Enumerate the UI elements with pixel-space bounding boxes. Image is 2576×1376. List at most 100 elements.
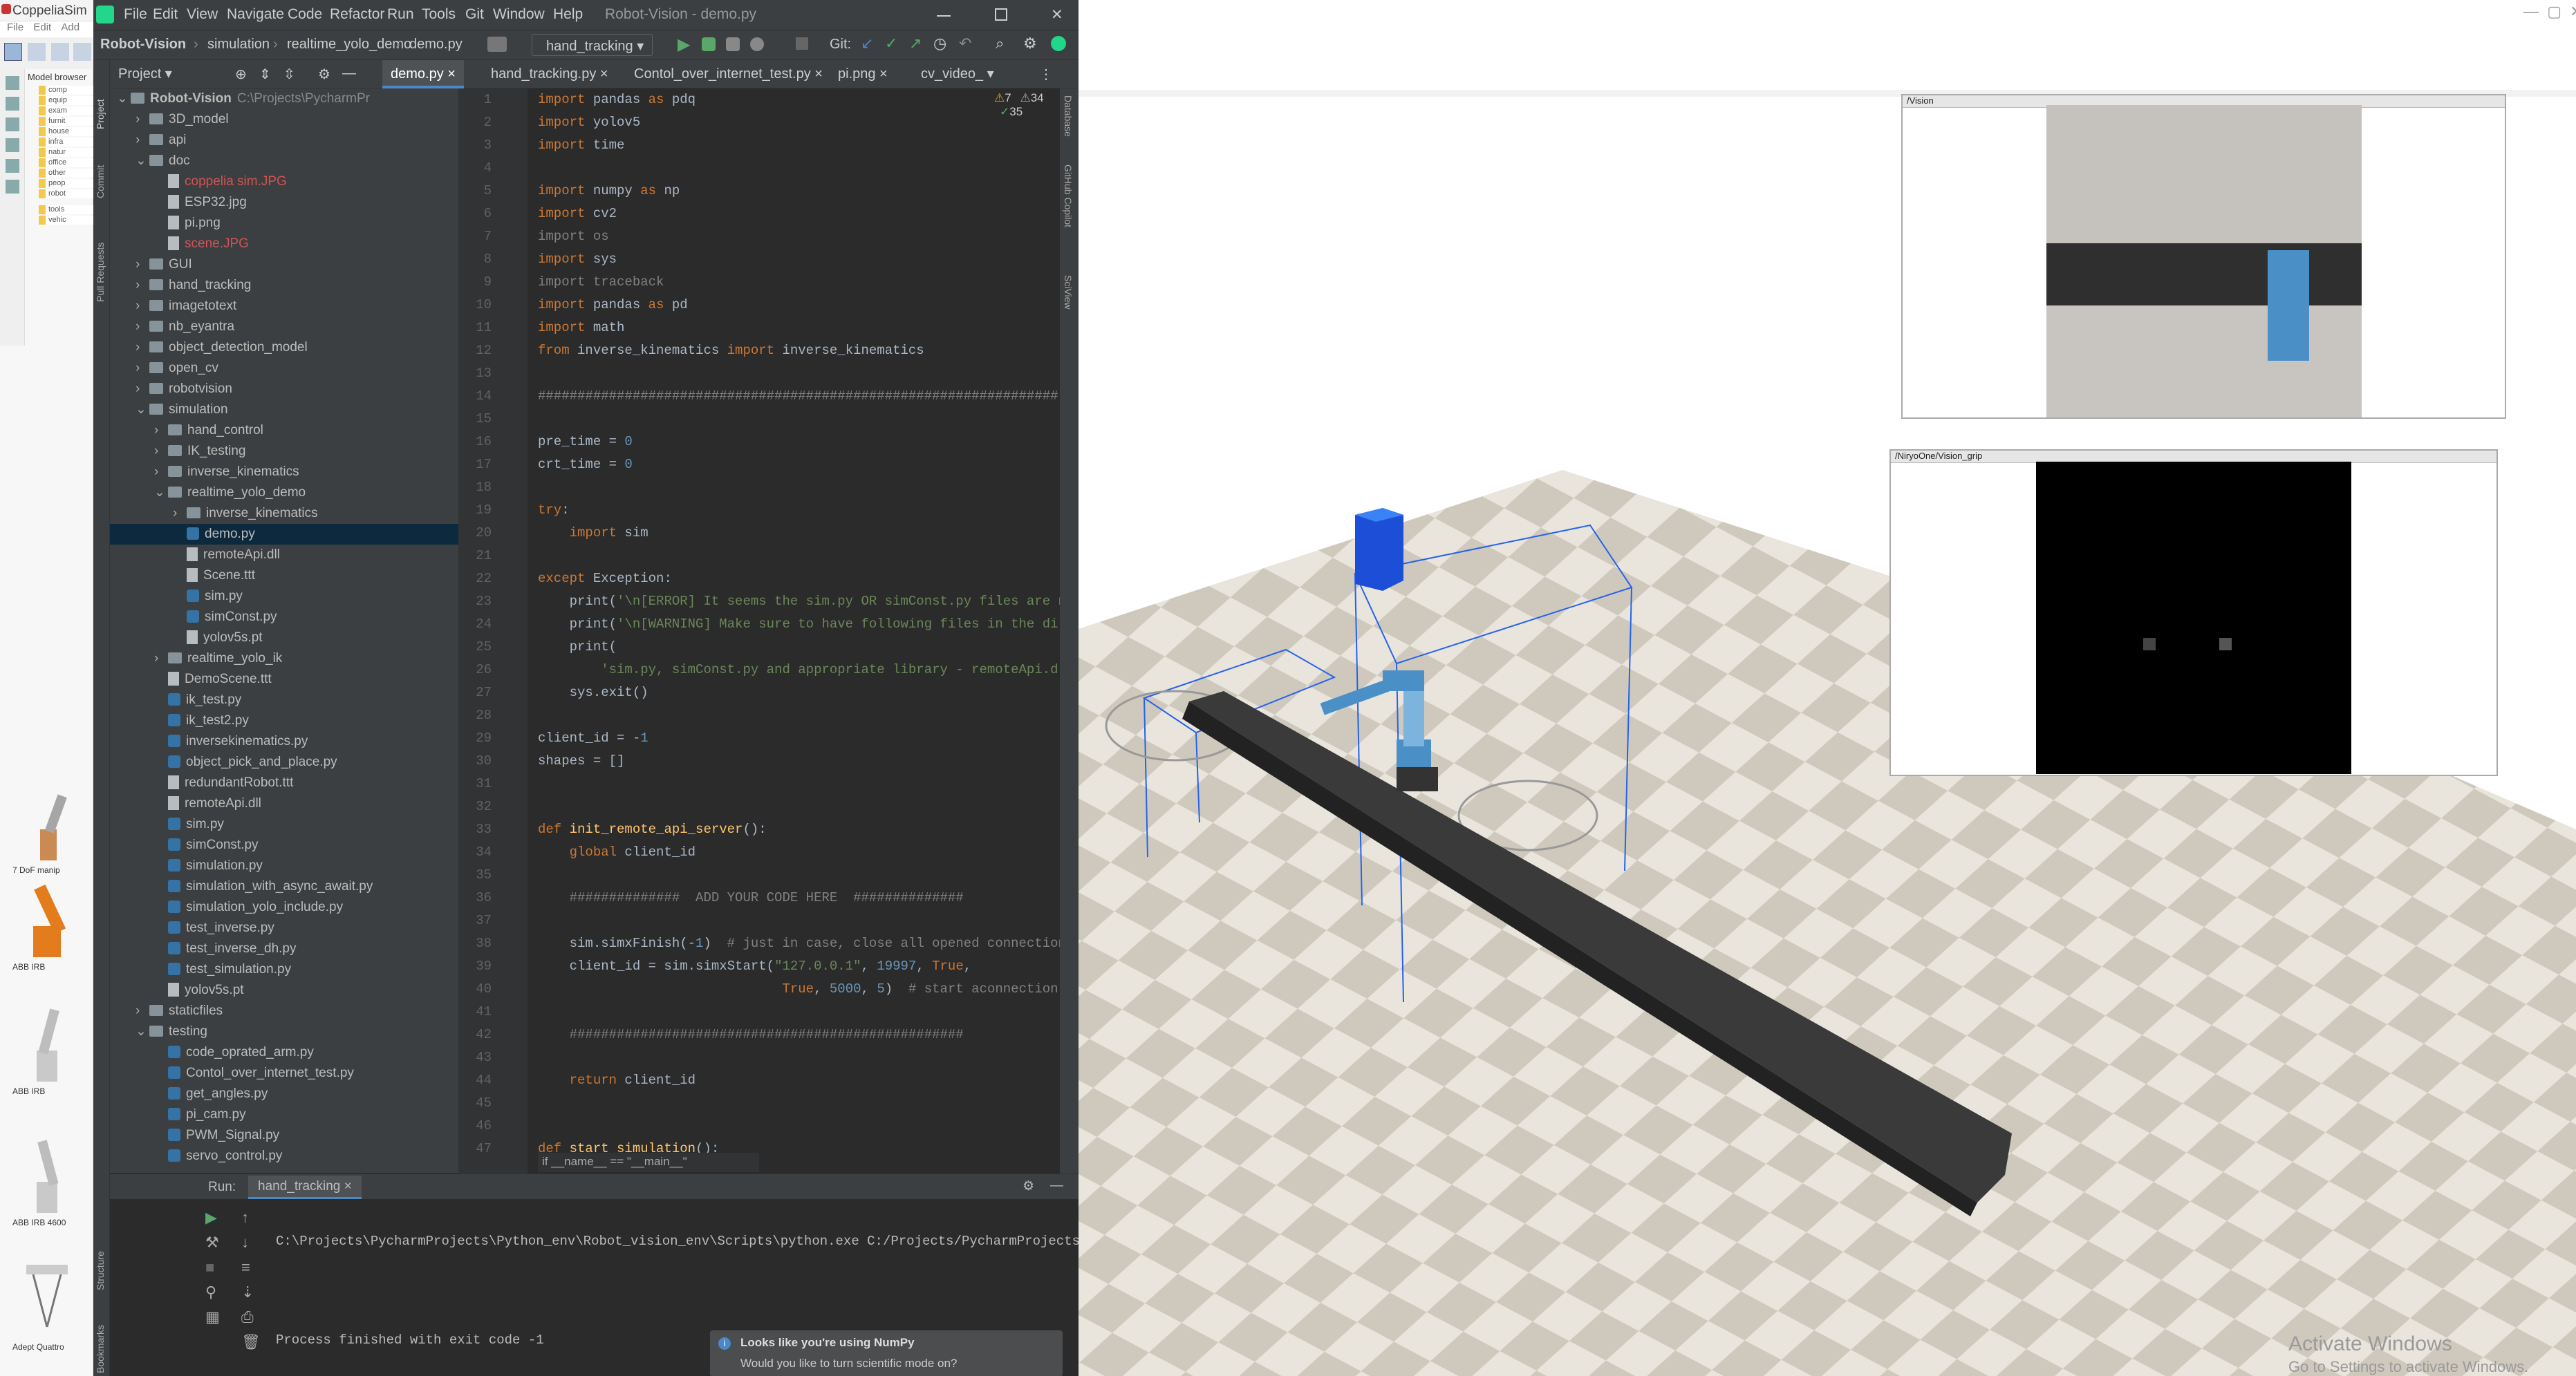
tree-folder[interactable]: ⌄ doc [110, 151, 458, 171]
model-tree-item[interactable]: office [39, 158, 94, 167]
project-toolwindow-header[interactable]: Project ▾ [110, 60, 180, 88]
code-line[interactable]: import os [538, 225, 609, 248]
model-tree-item[interactable]: vehic [39, 216, 94, 225]
tree-file[interactable]: simulation_yolo_include.py [110, 897, 458, 918]
model-tree-item[interactable]: equip [39, 96, 94, 105]
code-line[interactable]: return client_id [538, 1069, 696, 1092]
tree-file[interactable]: yolov5s.pt [110, 628, 458, 648]
tree-file[interactable]: inversekinematics.py [110, 731, 458, 752]
tree-file[interactable]: ESP32.jpg [110, 192, 458, 213]
tree-file[interactable]: remoteApi.dll [110, 545, 458, 565]
model-thumbnail[interactable]: ABB IRB [12, 1002, 82, 1096]
code-line[interactable]: shapes = [] [538, 750, 624, 773]
code-line[interactable]: ########################################… [538, 1024, 964, 1046]
menu-file[interactable]: File [124, 6, 147, 23]
tree-file[interactable]: pi.png [110, 213, 458, 234]
side-tab-database[interactable]: Database [1063, 95, 1074, 137]
code-line[interactable]: client_id = sim.simxStart("127.0.0.1", 1… [538, 955, 972, 978]
tree-file[interactable]: remoteApi.dll [110, 793, 458, 814]
code-line[interactable]: from inverse_kinematics import inverse_k… [538, 339, 924, 362]
code-line[interactable]: crt_time = 0 [538, 453, 633, 476]
coverage-icon[interactable] [726, 37, 740, 51]
menu-run[interactable]: Run [387, 6, 414, 23]
trash-icon[interactable]: 🗑 [241, 1333, 269, 1351]
menu-window[interactable]: Window [493, 6, 545, 23]
soft-wrap-icon[interactable]: ≡ [241, 1259, 269, 1276]
side-tab-commit[interactable]: Commit [95, 136, 109, 198]
git-push-icon[interactable]: ↗ [909, 35, 922, 53]
menu-help[interactable]: Help [553, 6, 583, 23]
code-line[interactable]: import traceback [538, 271, 664, 294]
tree-file[interactable]: test_simulation.py [110, 959, 458, 980]
tree-file[interactable]: yolov5s.pt [110, 980, 458, 1001]
chevron-down-icon[interactable]: ⌄ [136, 1021, 149, 1042]
pin-icon[interactable]: ⚲ [205, 1283, 240, 1301]
vision-grip-window[interactable]: /NiryoOne/Vision_grip [1889, 449, 2498, 776]
code-line[interactable]: ########################################… [538, 385, 1058, 408]
tree-file[interactable]: simConst.py [110, 835, 458, 856]
tree-file[interactable]: ik_test2.py [110, 710, 458, 731]
code-line[interactable]: client_id = -1 [538, 727, 648, 750]
code-line[interactable]: import time [538, 134, 624, 157]
model-tree-item[interactable]: furnit [39, 117, 94, 126]
undo-tool-icon[interactable] [73, 43, 91, 61]
debug-icon[interactable] [702, 37, 716, 51]
chevron-right-icon[interactable]: › [136, 130, 149, 151]
tree-file[interactable]: coppelia sim.JPG [110, 171, 458, 192]
coppelia-menu-add[interactable]: Add [61, 21, 80, 33]
tree-folder[interactable]: › GUI [110, 254, 458, 275]
settings-icon[interactable]: ⚙ [1023, 35, 1037, 53]
tree-folder[interactable]: › IK_testing [110, 441, 458, 462]
chevron-right-icon[interactable]: › [173, 503, 187, 524]
code-line[interactable]: True, 5000, 5) # start aconnection [538, 978, 1058, 1001]
model-tree-item[interactable]: tools [39, 205, 94, 214]
maximize-icon[interactable] [995, 8, 1007, 21]
code-line[interactable]: import sim [538, 522, 648, 545]
code-line[interactable]: import pandas as pdq [538, 88, 696, 111]
tab-demo-py[interactable]: demo.py × [382, 60, 464, 88]
breadcrumb-folder[interactable]: realtime_yolo_demo [287, 37, 411, 53]
rotate-tool-icon[interactable] [51, 43, 69, 61]
chevron-right-icon[interactable]: › [136, 109, 149, 130]
numpy-notification[interactable]: i Looks like you're using NumPy Would yo… [710, 1330, 1063, 1376]
menu-navigate[interactable]: Navigate [227, 6, 284, 23]
tree-file[interactable]: simConst.py [110, 607, 458, 628]
code-line[interactable]: import sys [538, 248, 617, 271]
code-breadcrumb[interactable]: if __name__ == "__main__" [538, 1153, 759, 1172]
tree-folder[interactable]: › hand_control [110, 420, 458, 441]
tree-file[interactable]: code_oprated_arm.py [110, 1042, 458, 1063]
tree-file[interactable]: test_inverse_dh.py [110, 939, 458, 959]
tree-file[interactable]: simulation_with_async_await.py [110, 876, 458, 897]
tree-file[interactable]: Contol_over_internet_test.py [110, 1063, 458, 1084]
run-config-select[interactable]: hand_tracking ▾ [532, 34, 653, 56]
profile-icon[interactable] [750, 37, 764, 51]
tree-file[interactable]: test_inverse.py [110, 918, 458, 939]
tree-folder[interactable]: › api [110, 130, 458, 151]
code-line[interactable]: try: [538, 499, 570, 522]
tree-file[interactable]: demo.py [110, 524, 458, 545]
tree-file[interactable]: redundantRobot.ttt [110, 773, 458, 793]
menu-view[interactable]: View [187, 6, 218, 23]
code-line[interactable]: import pandas as pd [538, 294, 688, 317]
tree-folder[interactable]: › inverse_kinematics [110, 462, 458, 482]
git-history-icon[interactable]: ◷ [933, 35, 946, 53]
scroll-end-icon[interactable]: ⇣ [241, 1283, 269, 1301]
tab-cv-video[interactable]: cv_video_ ▾ [913, 60, 1002, 88]
stop-run-icon[interactable]: ■ [205, 1259, 240, 1276]
side-tab-sciview[interactable]: SciView [1063, 275, 1074, 310]
chevron-right-icon[interactable]: › [154, 420, 168, 441]
model-thumbnail[interactable]: ABB IRB [12, 878, 82, 972]
chevron-right-icon[interactable]: › [136, 1001, 149, 1021]
menu-tools[interactable]: Tools [422, 6, 456, 23]
tree-file[interactable]: DemoScene.ttt [110, 669, 458, 690]
breadcrumb-file[interactable]: demo.py [409, 37, 463, 53]
tree-folder[interactable]: › 3D_model [110, 109, 458, 130]
chevron-right-icon[interactable]: › [154, 648, 168, 669]
gear-icon[interactable]: ⚙ [318, 66, 330, 83]
tree-file[interactable]: get_angles.py [110, 1084, 458, 1104]
tree-folder[interactable]: › inverse_kinematics [110, 503, 458, 524]
print-icon[interactable]: ⎙ [241, 1308, 269, 1326]
scroll-down-icon[interactable]: ↓ [241, 1234, 269, 1252]
code-line[interactable]: print('\n[ERROR] It seems the sim.py OR … [538, 590, 1070, 613]
code-line[interactable]: def init_remote_api_server(): [538, 818, 767, 841]
